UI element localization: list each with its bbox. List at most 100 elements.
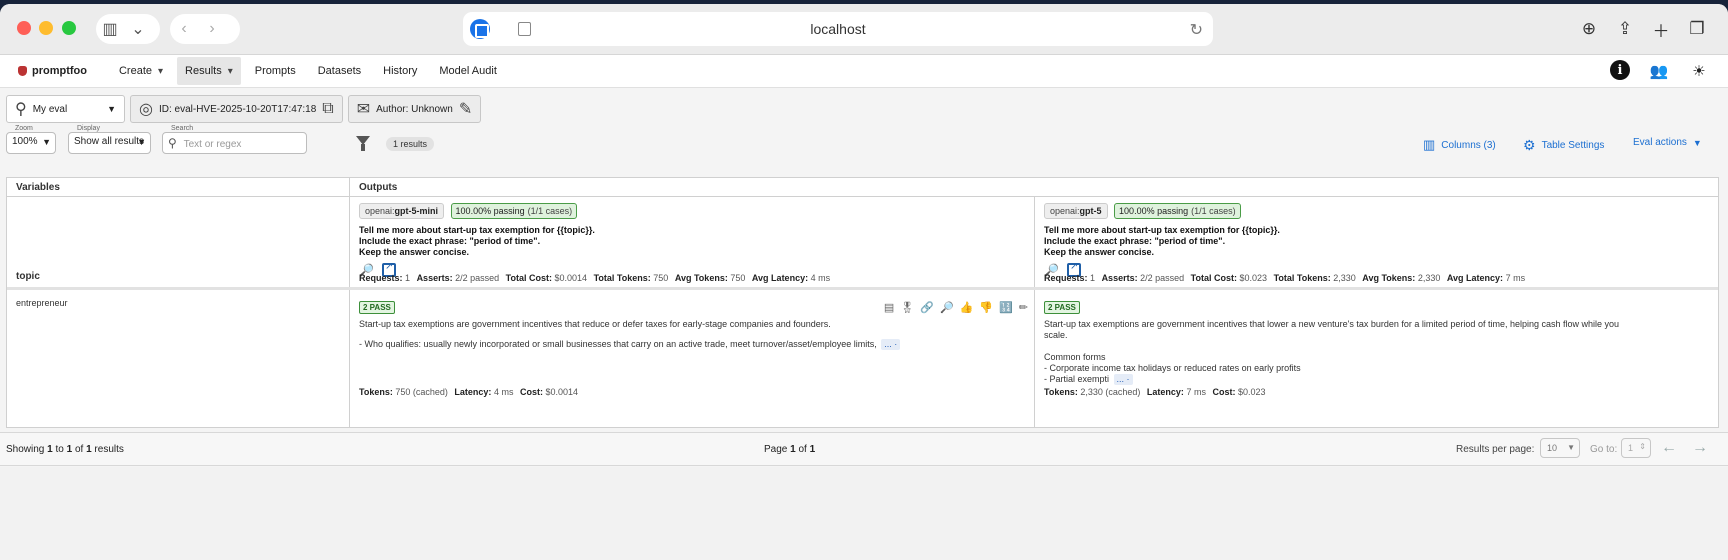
output-text: - Corporate income tax holidays or reduc…: [1044, 363, 1301, 373]
output-text: scale.: [1044, 330, 1068, 340]
edit-icon[interactable]: ✎: [459, 99, 472, 119]
new-tab-icon[interactable]: ＋: [1650, 18, 1672, 41]
display-value: Show all results: [74, 136, 145, 147]
back-arrow-icon[interactable]: ‹: [170, 15, 198, 43]
table-settings-button[interactable]: ⚙ Table Settings: [1523, 137, 1604, 154]
results-per-page-select[interactable]: 10 ▼: [1540, 438, 1580, 458]
maximize-window-button[interactable]: [62, 21, 76, 35]
reader-icon[interactable]: [518, 22, 531, 36]
stat-label: Total Tokens:: [1273, 273, 1331, 283]
address-bar[interactable]: localhost ↻: [463, 12, 1213, 46]
copy-icon[interactable]: ⧉: [322, 100, 333, 118]
dropdown-arrow-icon: ▼: [107, 104, 116, 114]
provider-model: gpt-5: [1079, 206, 1102, 216]
prev-page-icon[interactable]: ←: [1661, 439, 1677, 457]
header-variables: Variables: [16, 182, 60, 193]
page-text: Page: [764, 444, 788, 455]
score-icon[interactable]: 🔢: [999, 301, 1013, 314]
page-current: 1: [790, 444, 796, 455]
browser-window: ▥ ⌄ ‹ › localhost ↻ ⊕ ⇪ ＋ ❐ promptfoo Cr…: [0, 4, 1728, 560]
mail-icon: ✉: [356, 101, 371, 118]
stat-label: Total Cost:: [505, 273, 552, 283]
results-per-page-value: 10: [1547, 443, 1558, 453]
logo-text: promptfoo: [32, 65, 87, 77]
zoom-value: 100%: [12, 136, 38, 147]
showing-summary: Showing 1 to 1 of 1 results: [6, 444, 124, 455]
close-window-button[interactable]: [17, 21, 31, 35]
extension-icon[interactable]: [470, 19, 490, 39]
provider-chip: openai: gpt-5-mini: [359, 203, 445, 219]
stat-value: $0.0014: [545, 387, 579, 397]
zoom-select[interactable]: Zoom 100% ▼: [6, 125, 56, 154]
results-per-page-label: Results per page:: [1456, 444, 1535, 455]
variable-name: topic: [16, 271, 40, 282]
stat-label: Avg Tokens:: [674, 273, 728, 283]
showing-text: Showing: [6, 444, 45, 455]
provider-header-2: openai: gpt-5 100.00% passing (1/1 cases)…: [1044, 203, 1709, 277]
theme-toggle-icon[interactable]: ☀: [1688, 60, 1710, 82]
stat-label: Avg Tokens:: [1362, 273, 1416, 283]
dropdown-arrow-icon: ▼: [1567, 443, 1575, 452]
goto-label: Go to:: [1590, 444, 1618, 455]
showing-text: to: [55, 444, 64, 455]
empty-area: [0, 467, 1728, 560]
sidebar-icon[interactable]: ▥: [96, 15, 124, 43]
stat-value: $0.0014: [554, 273, 588, 283]
chevron-down-icon[interactable]: ⌄: [124, 15, 152, 43]
chevron-down-icon: ▾: [158, 65, 164, 77]
share-icon[interactable]: ⇪: [1614, 18, 1636, 40]
nav-prompts-label: Prompts: [254, 65, 296, 77]
output-text: - Who qualifies: usually newly incorpora…: [359, 339, 959, 350]
prompt-line: Tell me more about start-up tax exemptio…: [1044, 225, 1280, 235]
output-text: Start-up tax exemptions are government i…: [359, 319, 831, 329]
info-icon[interactable]: i: [1610, 60, 1630, 80]
edit-icon[interactable]: ✏: [1019, 301, 1028, 314]
eval-actions-button[interactable]: Eval actions ▼: [1633, 137, 1702, 148]
pass-badge: 2 PASS: [1044, 301, 1080, 314]
nav-results[interactable]: Results ▾: [177, 57, 241, 85]
stat-value: 2,330: [1333, 273, 1356, 283]
filter-icon[interactable]: [356, 136, 370, 151]
show-more-button[interactable]: ... ·: [881, 339, 901, 350]
prompt-text: Tell me more about start-up tax exemptio…: [1044, 225, 1709, 258]
nav-results-label: Results: [185, 65, 222, 77]
goto-page-input[interactable]: 1 ⇕: [1621, 438, 1651, 458]
logo[interactable]: promptfoo: [18, 65, 87, 77]
forward-arrow-icon[interactable]: ›: [198, 15, 226, 43]
reload-icon[interactable]: ↻: [1190, 20, 1203, 40]
stat-value: 2/2 passed: [1140, 273, 1185, 283]
thumbs-down-icon[interactable]: 👎: [979, 301, 993, 314]
chevron-down-icon: ▾: [227, 65, 233, 77]
app-navbar: promptfoo Create ▾ Results ▾ Prompts Dat…: [0, 55, 1728, 88]
output-text-line: - Partial exempti: [1044, 374, 1110, 384]
tabs-overview-icon[interactable]: ❐: [1686, 18, 1708, 40]
table-settings-label: Table Settings: [1541, 140, 1605, 151]
eval-selector[interactable]: ⚲ My eval ▼: [6, 95, 125, 123]
nav-datasets[interactable]: Datasets: [310, 57, 369, 85]
provider-prefix: openai:: [365, 206, 395, 216]
search-placeholder: Text or regex: [183, 139, 242, 150]
nav-model-audit-label: Model Audit: [439, 65, 497, 77]
results-count-badge: 1 results: [386, 137, 435, 151]
display-select[interactable]: Display Show all results ▼: [68, 125, 151, 154]
next-page-icon[interactable]: →: [1692, 439, 1708, 457]
eval-selector-value: My eval: [32, 103, 68, 115]
nav-create-label: Create: [118, 65, 153, 77]
nav-create[interactable]: Create ▾: [111, 57, 171, 85]
nav-history[interactable]: History: [375, 57, 425, 85]
columns-button[interactable]: ▥ Columns (3): [1423, 137, 1496, 153]
stat-value: $0.023: [1239, 273, 1268, 283]
users-settings-icon[interactable]: 👥: [1648, 60, 1670, 82]
nav-model-audit[interactable]: Model Audit: [431, 57, 504, 85]
stat-value: 2,330: [1417, 273, 1441, 283]
provider-chip: openai: gpt-5: [1044, 203, 1108, 219]
download-icon[interactable]: ⊕: [1578, 18, 1600, 40]
minimize-window-button[interactable]: [39, 21, 53, 35]
page-text: of: [798, 444, 807, 455]
nav-prompts[interactable]: Prompts: [247, 57, 304, 85]
search-input[interactable]: Search ⚲ Text or regex: [162, 125, 307, 154]
thumbs-up-icon[interactable]: 👍: [960, 301, 974, 314]
page-indicator: Page 1 of 1: [764, 444, 815, 455]
dropdown-arrow-icon: ▼: [1692, 137, 1702, 148]
show-more-button[interactable]: ... ·: [1113, 374, 1133, 385]
